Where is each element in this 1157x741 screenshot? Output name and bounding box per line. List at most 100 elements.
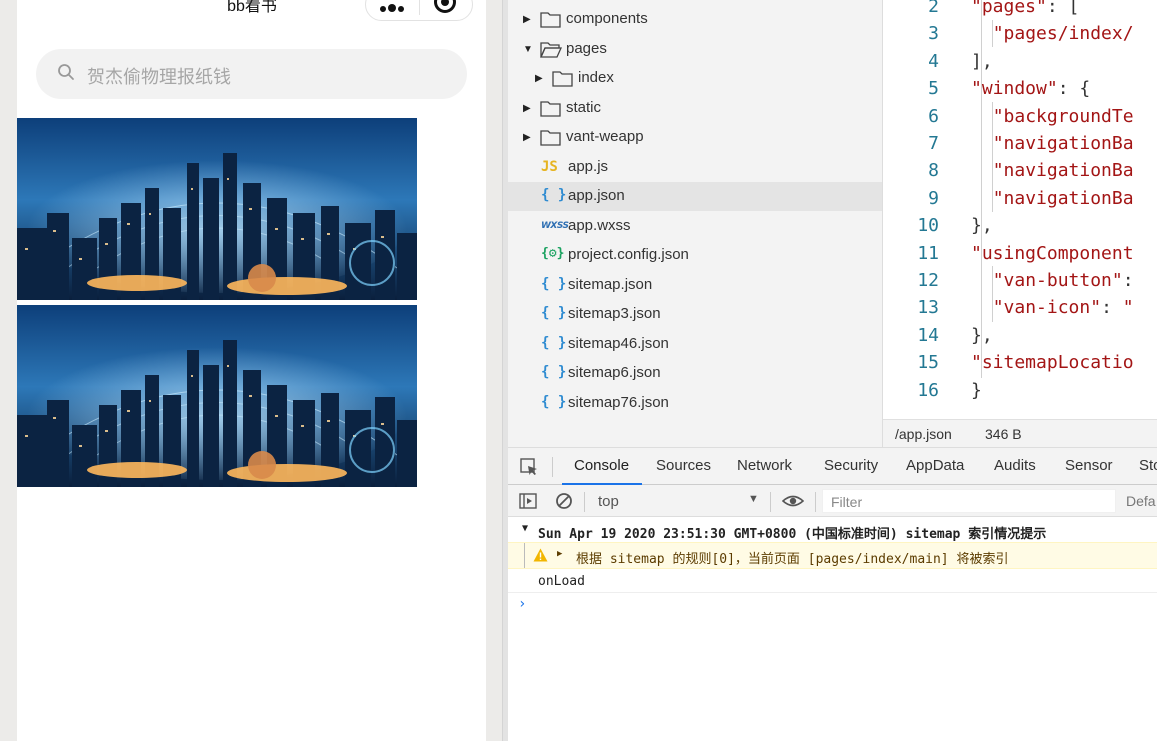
code-line[interactable]: 14}, [883,322,1157,349]
code-line[interactable]: 3 "pages/index/ [883,20,1157,47]
line-number: 15 [917,352,939,374]
tab-storage[interactable]: Sto [1139,457,1157,474]
tree-item[interactable]: { } sitemap6.json [508,359,882,388]
log-text: onLoad [538,574,585,589]
close-capsule-icon[interactable] [434,0,456,13]
code-line[interactable]: 2 "pages": [ [883,0,1157,20]
tab-security[interactable]: Security [824,457,878,474]
tree-item-label: sitemap6.json [568,364,661,381]
expand-triangle-icon[interactable]: ▼ [522,523,528,534]
tree-item[interactable]: { } sitemap3.json [508,300,882,329]
tree-item[interactable]: {⚙} project.config.json [508,241,882,270]
tab-network[interactable]: Network [737,457,792,474]
tree-item[interactable]: ▶ index [508,64,882,93]
more-icon[interactable] [380,0,408,12]
line-number: 8 [928,160,939,182]
phone-simulator: bb看书 贺杰偷物理报纸钱 [17,0,486,741]
tree-item[interactable]: ▶ static [508,94,882,123]
line-number: 16 [917,379,939,401]
tree-item[interactable]: WXSS app.wxss [508,212,882,241]
console-prompt[interactable]: › [508,593,1157,617]
context-selector[interactable]: top [598,493,619,510]
code-line[interactable]: 12 "van-button": [883,267,1157,294]
tab-separator [552,457,553,477]
line-number: 11 [917,242,939,264]
code-line[interactable]: 8 "navigationBa [883,157,1157,184]
tab-sources[interactable]: Sources [656,457,711,474]
tree-item[interactable]: ▶ vant-weapp [508,123,882,152]
code-line[interactable]: 9 "navigationBa [883,185,1157,212]
tree-item-label: vant-weapp [566,128,644,145]
tab-console[interactable]: Console [574,457,629,474]
eye-icon[interactable] [782,492,804,510]
code-line[interactable]: 5 "window": { [883,75,1157,102]
log-levels-dropdown[interactable]: Defa [1126,493,1156,509]
search-placeholder: 贺杰偷物理报纸钱 [87,67,231,87]
line-number: 6 [928,105,939,127]
code-text: "usingComponent [971,242,1134,264]
tree-item[interactable]: { } sitemap46.json [508,330,882,359]
tree-item[interactable]: JS app.js [508,153,882,182]
console-warning[interactable]: ▶ 根据 sitemap 的规则[0]，当前页面 [pages/index/ma… [508,542,1157,569]
tree-item[interactable]: ▶ components [508,5,882,34]
chevron-down-icon[interactable]: ▼ [523,35,535,64]
tree-item[interactable]: ▼ pages [508,35,882,64]
code-text: ], [971,50,993,72]
tab-appdata[interactable]: AppData [906,457,964,474]
tab-audits[interactable]: Audits [994,457,1036,474]
expand-triangle-icon[interactable]: ▶ [557,549,562,559]
chevron-right-icon[interactable]: ▶ [535,64,547,93]
banner-image[interactable] [17,305,417,487]
tree-item-label: app.wxss [568,216,631,234]
code-text: } [971,379,982,401]
filter-input[interactable]: Filter [822,489,1116,513]
line-number: 4 [928,50,939,72]
code-line[interactable]: 7 "navigationBa [883,130,1157,157]
toolbar-separator [584,492,585,512]
devtools-tab-bar: Console Sources Network Security AppData… [508,447,1157,486]
code-line[interactable]: 13 "van-icon": " [883,294,1157,321]
inspect-element-icon[interactable] [520,458,538,476]
code-line[interactable]: 16} [883,377,1157,404]
config-file-icon: {⚙} [541,246,565,261]
code-editor[interactable]: 2 "pages": [3 "pages/index/4], 5 "window": … [883,0,1157,419]
tree-item[interactable]: { } sitemap.json [508,271,882,300]
warning-icon [533,548,548,562]
code-line[interactable]: 6 "backgroundTe [883,103,1157,130]
banner-image[interactable] [17,118,417,300]
code-line[interactable]: 11 "usingComponent [883,240,1157,267]
line-number: 5 [928,78,939,100]
city-night-banner [17,118,417,300]
chevron-right-icon[interactable]: ▶ [523,94,535,123]
code-line[interactable]: 10}, [883,212,1157,239]
code-text: "navigationBa [992,133,1134,154]
javascript-file-icon: JS [541,158,558,175]
devtools-window: bb看书 贺杰偷物理报纸钱 ▶ components ▼ pages ▶ ind… [0,0,1157,741]
code-line[interactable]: 15 "sitemapLocatio [883,349,1157,376]
code-text: }, [971,215,993,237]
editor-status-bar: /app.json 346 B [883,419,1157,447]
show-sidebar-icon[interactable] [519,492,537,510]
line-number: 12 [917,270,939,291]
tree-item-label: app.json [568,187,625,204]
chevron-right-icon[interactable]: ▶ [523,123,535,152]
code-text: "sitemapLocatio [971,352,1134,374]
code-text: "navigationBa [992,187,1134,209]
menu-capsule[interactable] [365,0,473,21]
wxss-file-icon: WXSS [541,220,569,231]
console-group-header[interactable]: ▼ Sun Apr 19 2020 23:51:30 GMT+0800 (中国标… [508,520,1157,542]
tab-sensor[interactable]: Sensor [1065,457,1113,474]
search-bar[interactable]: 贺杰偷物理报纸钱 [36,49,467,99]
tree-item[interactable]: { } app.json [508,182,882,211]
code-text: "pages/index/ [992,23,1134,45]
tree-item[interactable]: { } sitemap76.json [508,389,882,418]
clear-console-icon[interactable] [555,492,573,510]
line-number: 14 [917,324,939,346]
chevron-down-icon[interactable]: ▼ [748,493,759,505]
chevron-right-icon[interactable]: ▶ [523,5,535,34]
json-file-icon: { } [541,334,567,351]
code-line[interactable]: 4], [883,48,1157,75]
code-text: }, [971,324,993,346]
console-log: onLoad [508,569,1157,593]
json-file-icon: { } [541,364,567,380]
